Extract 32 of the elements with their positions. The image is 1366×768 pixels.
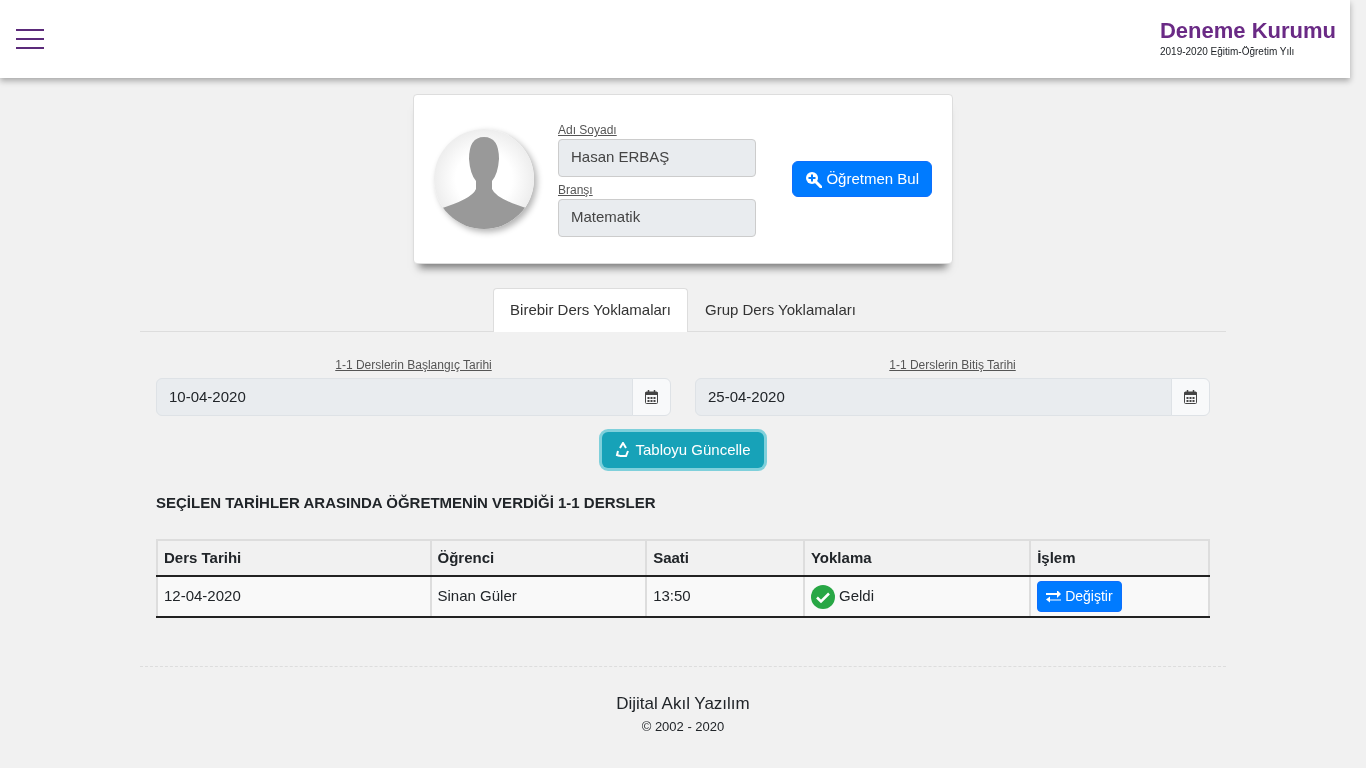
column-header: Ders Tarihi <box>157 539 431 576</box>
calendar-icon <box>1184 389 1197 404</box>
zoom-in-icon <box>805 170 823 188</box>
table-cell: 12-04-2020 <box>157 576 431 617</box>
copyright-text: © 2002 - 2020 <box>641 717 725 736</box>
calendar-icon <box>645 389 658 404</box>
section-title: SEÇİLEN TARİHLER ARASINDA ÖĞRETMENİN VERDİĞİ 1-1 DERSLER <box>156 493 657 513</box>
branch-label: Branşı <box>558 182 594 199</box>
calendar-button[interactable] <box>1171 377 1210 416</box>
menu-icon[interactable] <box>16 29 44 49</box>
table-cell: 13:50 <box>646 576 804 617</box>
swap-arrows-icon <box>1046 590 1062 603</box>
name-field[interactable]: Hasan ERBAŞ <box>558 139 756 177</box>
find-teacher-button[interactable]: Öğretmen Bul <box>792 160 932 198</box>
date-label: 1-1 Derslerin Başlangıç Tarihi <box>335 356 492 374</box>
check-circle-icon <box>810 584 835 609</box>
branch-field[interactable]: Matematik <box>558 199 756 237</box>
column-header: Saati <box>646 539 804 576</box>
company-name: Dijital Akıl Yazılım <box>616 693 750 715</box>
academic-year: 2019-2020 Eğitim-Öğretim Yılı <box>1159 44 1296 59</box>
column-header: Yoklama <box>803 539 1031 576</box>
column-header: İşlem <box>1030 539 1209 576</box>
column-header: Öğrenci <box>430 539 647 576</box>
date-label: 1-1 Derslerin Bitiş Tarihi <box>889 356 1016 374</box>
tab[interactable]: Birebir Ders Yoklamaları <box>493 288 688 332</box>
tab[interactable]: Grup Ders Yoklamaları <box>688 288 873 332</box>
calendar-button[interactable] <box>632 377 671 416</box>
organization-title: Deneme Kurumu <box>1159 19 1336 44</box>
table-cell: Sinan Güler <box>430 576 647 617</box>
change-button[interactable]: Değiştir <box>1037 581 1122 612</box>
attendance-status: Geldi <box>838 586 874 607</box>
name-label: Adı Soyadı <box>558 122 618 139</box>
